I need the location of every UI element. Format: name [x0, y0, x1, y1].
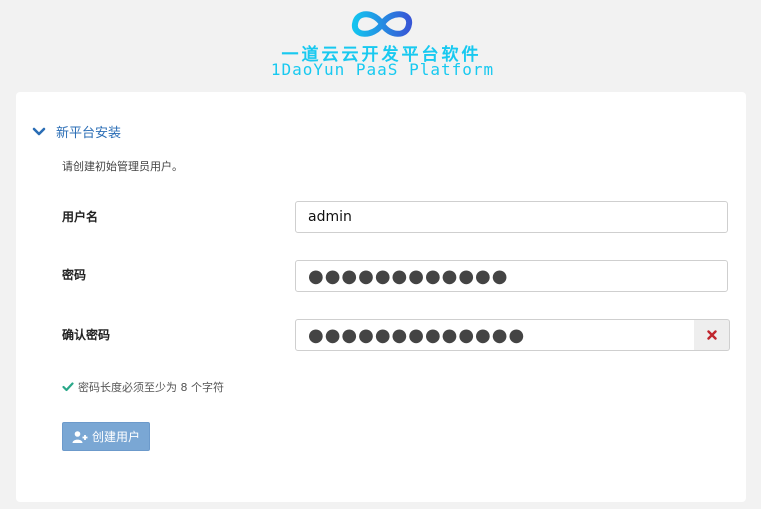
confirm-password-input[interactable]	[295, 319, 695, 351]
confirm-password-label: 确认密码	[62, 328, 111, 342]
add-user-icon	[72, 430, 88, 443]
setup-card: 新平台安装 请创建初始管理员用户。 用户名 密码 确认密码 密码长度必须至少为 …	[16, 92, 746, 502]
password-hint: 密码长度必须至少为 8 个字符	[62, 379, 224, 395]
password-hint-text: 密码长度必须至少为 8 个字符	[78, 381, 224, 394]
username-label: 用户名	[62, 210, 99, 224]
username-input[interactable]	[295, 201, 728, 233]
close-icon	[706, 330, 717, 340]
section-description: 请创建初始管理员用户。	[62, 160, 183, 173]
password-input[interactable]	[295, 260, 728, 292]
section-toggle[interactable]: 新平台安装	[32, 122, 121, 141]
password-label: 密码	[62, 268, 87, 282]
clear-confirm-button[interactable]	[694, 319, 730, 351]
brand-header: 一道云云开发平台软件 1DaoYun PaaS Platform	[0, 0, 761, 90]
create-user-label: 创建用户	[91, 430, 140, 444]
brand-name-en: 1DaoYun PaaS Platform	[270, 60, 495, 79]
create-user-button[interactable]: 创建用户	[62, 422, 150, 451]
section-title: 新平台安装	[56, 126, 122, 141]
chevron-down-icon	[32, 127, 46, 135]
check-icon	[62, 382, 74, 392]
infinity-logo-icon	[351, 11, 413, 37]
